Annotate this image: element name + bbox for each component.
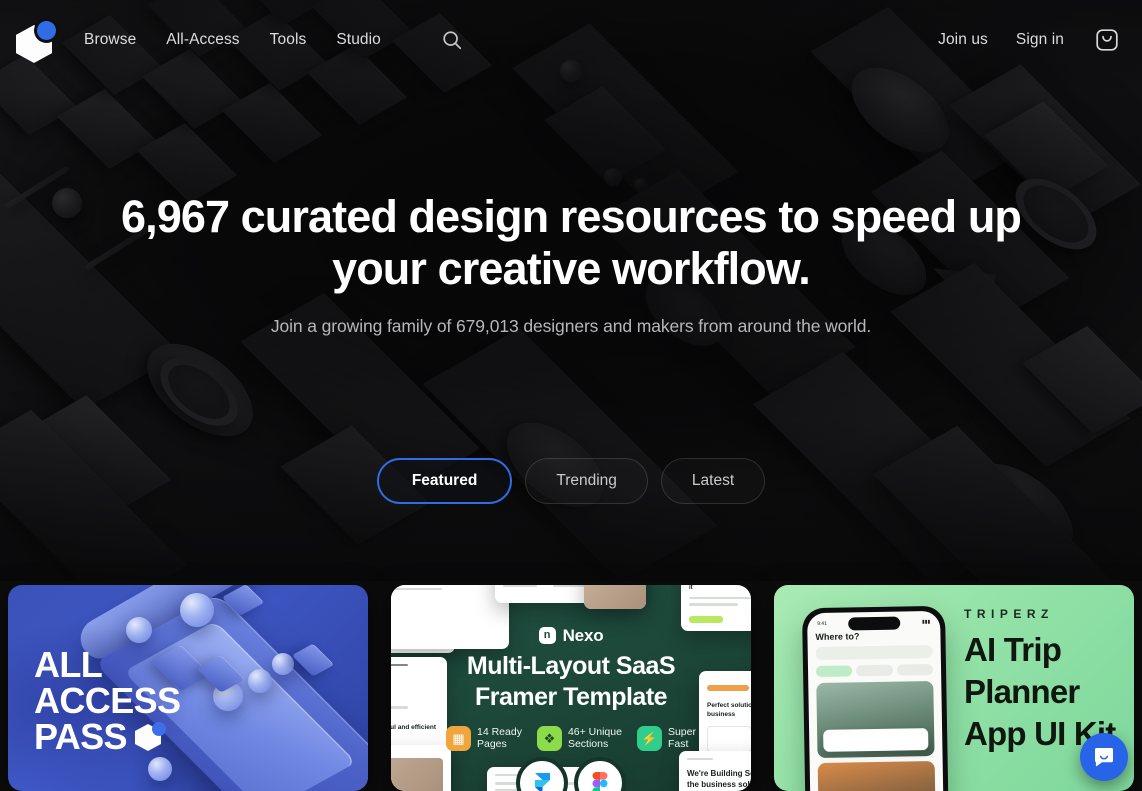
card-3-content: TRIPERZ AI Trip Planner App UI Kit xyxy=(964,607,1120,755)
hero-subtitle: Join a growing family of 679,013 designe… xyxy=(270,316,872,336)
primary-nav-links: Browse All-Access Tools Studio xyxy=(84,29,463,51)
card-2-brand: n Nexo xyxy=(538,625,604,646)
phone-notch xyxy=(847,616,900,631)
framer-glyph xyxy=(534,773,550,791)
top-navigation-bar: Browse All-Access Tools Studio Join us S… xyxy=(0,0,1142,80)
nav-link-sign-in[interactable]: Sign in xyxy=(1016,31,1064,49)
shopping-bag-icon xyxy=(1096,29,1118,51)
card-2-title-line1: Multi-Layout SaaS xyxy=(466,651,676,680)
badge-super-fast: ⚡ Super Fast xyxy=(636,725,696,751)
badge-2-line2: Sections xyxy=(567,738,609,750)
card-3-title-line1: AI Trip xyxy=(964,631,1062,668)
phone-search-input xyxy=(815,644,933,661)
phone-destination-photo xyxy=(816,680,935,759)
nav-link-tools[interactable]: Tools xyxy=(270,31,307,49)
card-2-tool-logos xyxy=(516,757,626,791)
card-all-access-pass[interactable]: ALL ACCESS PASS xyxy=(8,585,368,791)
nav-link-studio[interactable]: Studio xyxy=(336,31,381,49)
tab-trending[interactable]: Trending xyxy=(525,458,648,504)
search-button[interactable] xyxy=(441,29,463,51)
figma-glyph xyxy=(592,771,608,791)
card-nexo-framer-template[interactable]: 20% 1.5X Don't believe us? People talk a… xyxy=(391,585,751,791)
badge-3-line2: Fast xyxy=(667,738,689,750)
badge-ready-pages-text: 14 Ready Pages xyxy=(477,726,522,750)
page-title: 6,967 curated design resources to speed … xyxy=(120,191,1022,294)
badge-1-line1: 14 Ready xyxy=(477,726,522,738)
badge-super-fast-text: Super Fast xyxy=(668,726,696,750)
nav-link-all-access[interactable]: All-Access xyxy=(166,31,239,49)
tab-latest[interactable]: Latest xyxy=(660,458,766,504)
bolt-icon: ⚡ xyxy=(636,725,662,751)
card-1-title-line2: ACCESS xyxy=(34,680,181,721)
badge-2-line1: 46+ Unique xyxy=(567,726,622,738)
grid-icon: ▦ xyxy=(446,725,471,751)
badge-1-line2: Pages xyxy=(477,738,507,750)
phone-filter-chips xyxy=(815,663,934,678)
chat-launcher-button[interactable] xyxy=(1080,733,1128,781)
card-2-title-line2: Framer Template xyxy=(474,682,668,711)
cart-button[interactable] xyxy=(1092,25,1122,55)
brand-logo[interactable] xyxy=(12,17,58,63)
phone-destination-photo-2 xyxy=(817,760,936,791)
phone-destination-caption xyxy=(823,728,929,752)
puzzle-icon: ❖ xyxy=(536,725,562,751)
card-2-brand-name: Nexo xyxy=(562,625,604,645)
tab-featured[interactable]: Featured xyxy=(376,458,513,504)
card-1-title: ALL ACCESS PASS xyxy=(34,644,181,755)
badge-unique-sections: ❖ 46+ Unique Sections xyxy=(536,725,622,751)
framer-logo-icon xyxy=(516,757,568,791)
page-root: Browse All-Access Tools Studio Join us S… xyxy=(0,0,1142,791)
badge-ready-pages: ▦ 14 Ready Pages xyxy=(446,725,522,751)
card-3-title-line2: Planner xyxy=(964,673,1080,710)
badge-3-line1: Super xyxy=(667,726,696,738)
secondary-nav-links: Join us Sign in xyxy=(938,25,1122,55)
nav-link-browse[interactable]: Browse xyxy=(84,31,136,49)
card-3-eyebrow: TRIPERZ xyxy=(964,607,1054,621)
nav-link-join-us[interactable]: Join us xyxy=(938,31,988,49)
resource-card-row: ALL ACCESS PASS it ul and efficient Perf… xyxy=(8,585,1134,791)
figma-logo-icon xyxy=(574,757,626,791)
blue-dot-logo-icon xyxy=(37,21,56,40)
nexo-logo-icon: n xyxy=(538,627,556,644)
card-1-title-line1: ALL xyxy=(34,644,103,685)
phone-screen-title: Where to? xyxy=(815,631,860,643)
search-icon xyxy=(443,31,462,50)
badge-unique-sections-text: 46+ Unique Sections xyxy=(568,726,622,750)
card-1-logo-icon xyxy=(134,722,166,753)
card-2-feature-badges: ▦ 14 Ready Pages ❖ 46+ Unique Sections ⚡… xyxy=(446,725,696,751)
filter-tabs: Featured Trending Latest xyxy=(0,458,1142,504)
card-3-phone-mockup: 9:41 ▮▮▮ Where to? xyxy=(801,605,950,791)
card-2-title: Multi-Layout SaaS Framer Template xyxy=(466,651,676,713)
chat-bubble-icon xyxy=(1095,748,1113,767)
hero-section: 6,967 curated design resources to speed … xyxy=(0,80,1142,504)
card-1-title-line3: PASS xyxy=(34,716,128,757)
card-1-title-line3-wrap: PASS xyxy=(34,719,180,755)
